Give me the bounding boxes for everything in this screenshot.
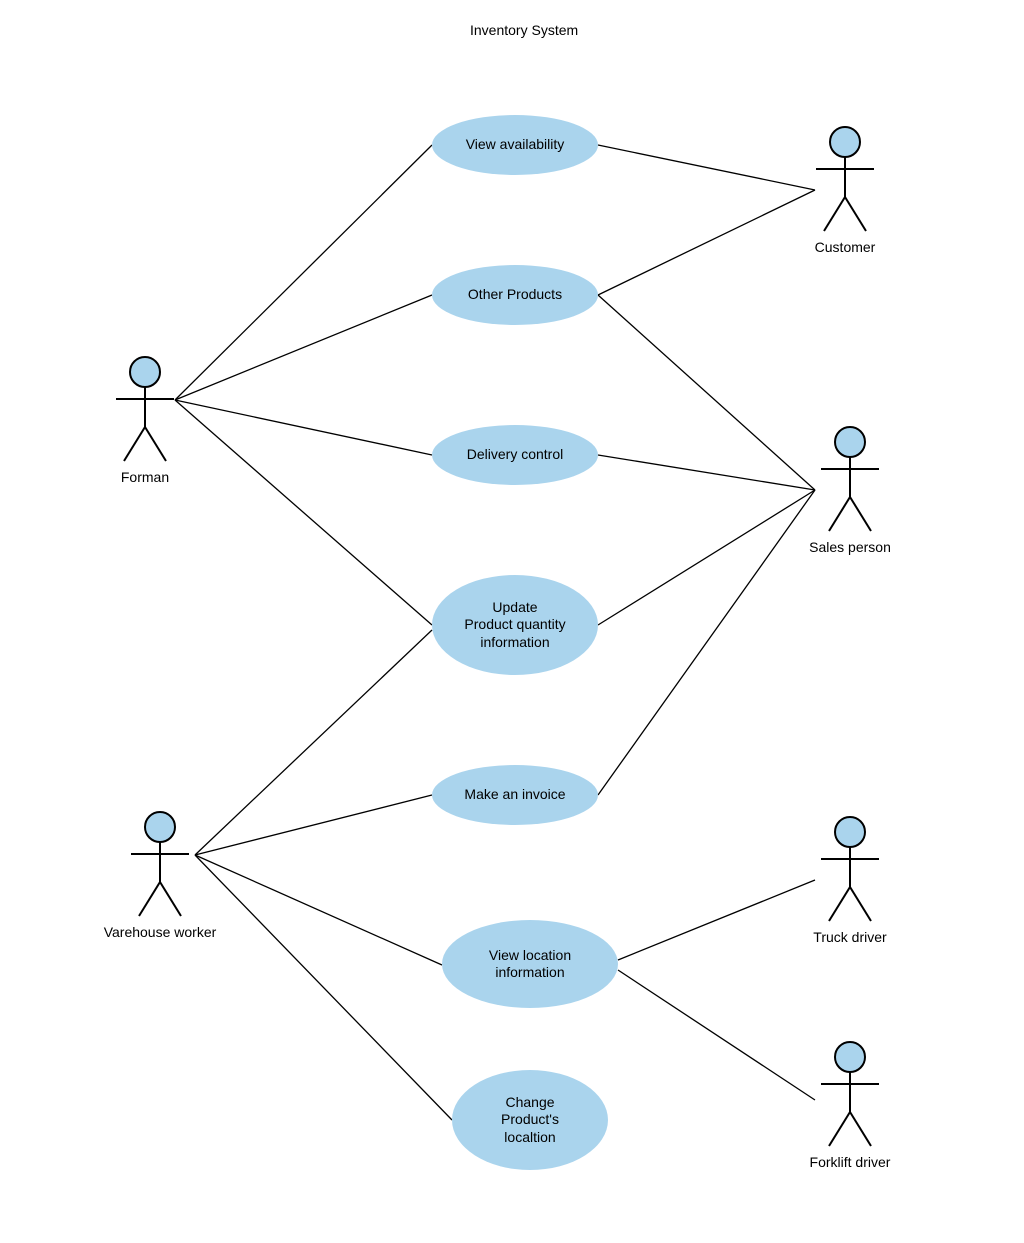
actor-label: Sales person bbox=[800, 539, 900, 555]
edge-forman-delivery bbox=[175, 400, 432, 455]
usecase-change-location: ChangeProduct'slocaltion bbox=[452, 1070, 608, 1170]
diagram-canvas: Inventory System View availability Other… bbox=[0, 0, 1024, 1243]
actor-label: Forman bbox=[100, 469, 190, 485]
diagram-title: Inventory System bbox=[470, 22, 578, 38]
usecase-other-products: Other Products bbox=[432, 265, 598, 325]
actor-forman: Forman bbox=[100, 355, 190, 485]
usecase-label: UpdateProduct quantityinformation bbox=[464, 599, 565, 652]
actor-customer: Customer bbox=[800, 125, 890, 255]
stick-figure-icon bbox=[110, 355, 180, 465]
stick-figure-icon bbox=[815, 815, 885, 925]
edge-customer-viewavail bbox=[598, 145, 815, 190]
stick-figure-icon bbox=[810, 125, 880, 235]
edge-truck-viewloc bbox=[618, 880, 815, 960]
actor-label: Truck driver bbox=[800, 929, 900, 945]
stick-figure-icon bbox=[125, 810, 195, 920]
actor-label: Varehouse worker bbox=[100, 924, 220, 940]
usecase-label: ChangeProduct'slocaltion bbox=[501, 1094, 559, 1147]
edge-customer-otherprod bbox=[598, 190, 815, 295]
actor-forklift-driver: Forklift driver bbox=[800, 1040, 900, 1170]
usecase-label: Make an invoice bbox=[464, 786, 565, 804]
usecase-delivery-control: Delivery control bbox=[432, 425, 598, 485]
edge-varehouse-updateqty bbox=[195, 630, 432, 855]
actor-sales-person: Sales person bbox=[800, 425, 900, 555]
edge-forman-viewavail bbox=[175, 145, 432, 400]
usecase-view-location: View locationinformation bbox=[442, 920, 618, 1008]
usecase-label: Delivery control bbox=[467, 446, 563, 464]
actor-truck-driver: Truck driver bbox=[800, 815, 900, 945]
usecase-label: View availability bbox=[466, 136, 565, 154]
edge-sales-updateqty bbox=[598, 490, 815, 625]
edge-forman-otherprod bbox=[175, 295, 432, 400]
edge-sales-otherprod bbox=[598, 295, 815, 490]
edge-varehouse-invoice bbox=[195, 795, 432, 855]
usecase-make-invoice: Make an invoice bbox=[432, 765, 598, 825]
usecase-label: Other Products bbox=[468, 286, 562, 304]
actor-varehouse-worker: Varehouse worker bbox=[100, 810, 220, 940]
usecase-update-quantity: UpdateProduct quantityinformation bbox=[432, 575, 598, 675]
stick-figure-icon bbox=[815, 425, 885, 535]
edge-sales-invoice bbox=[598, 490, 815, 795]
edge-forman-updateqty bbox=[175, 400, 432, 625]
edge-varehouse-changeloc bbox=[195, 855, 452, 1120]
edge-varehouse-viewloc bbox=[195, 855, 442, 965]
edge-forklift-viewloc bbox=[618, 970, 815, 1100]
actor-label: Forklift driver bbox=[800, 1154, 900, 1170]
actor-label: Customer bbox=[800, 239, 890, 255]
usecase-view-availability: View availability bbox=[432, 115, 598, 175]
usecase-label: View locationinformation bbox=[489, 947, 571, 982]
stick-figure-icon bbox=[815, 1040, 885, 1150]
edge-sales-delivery bbox=[598, 455, 815, 490]
